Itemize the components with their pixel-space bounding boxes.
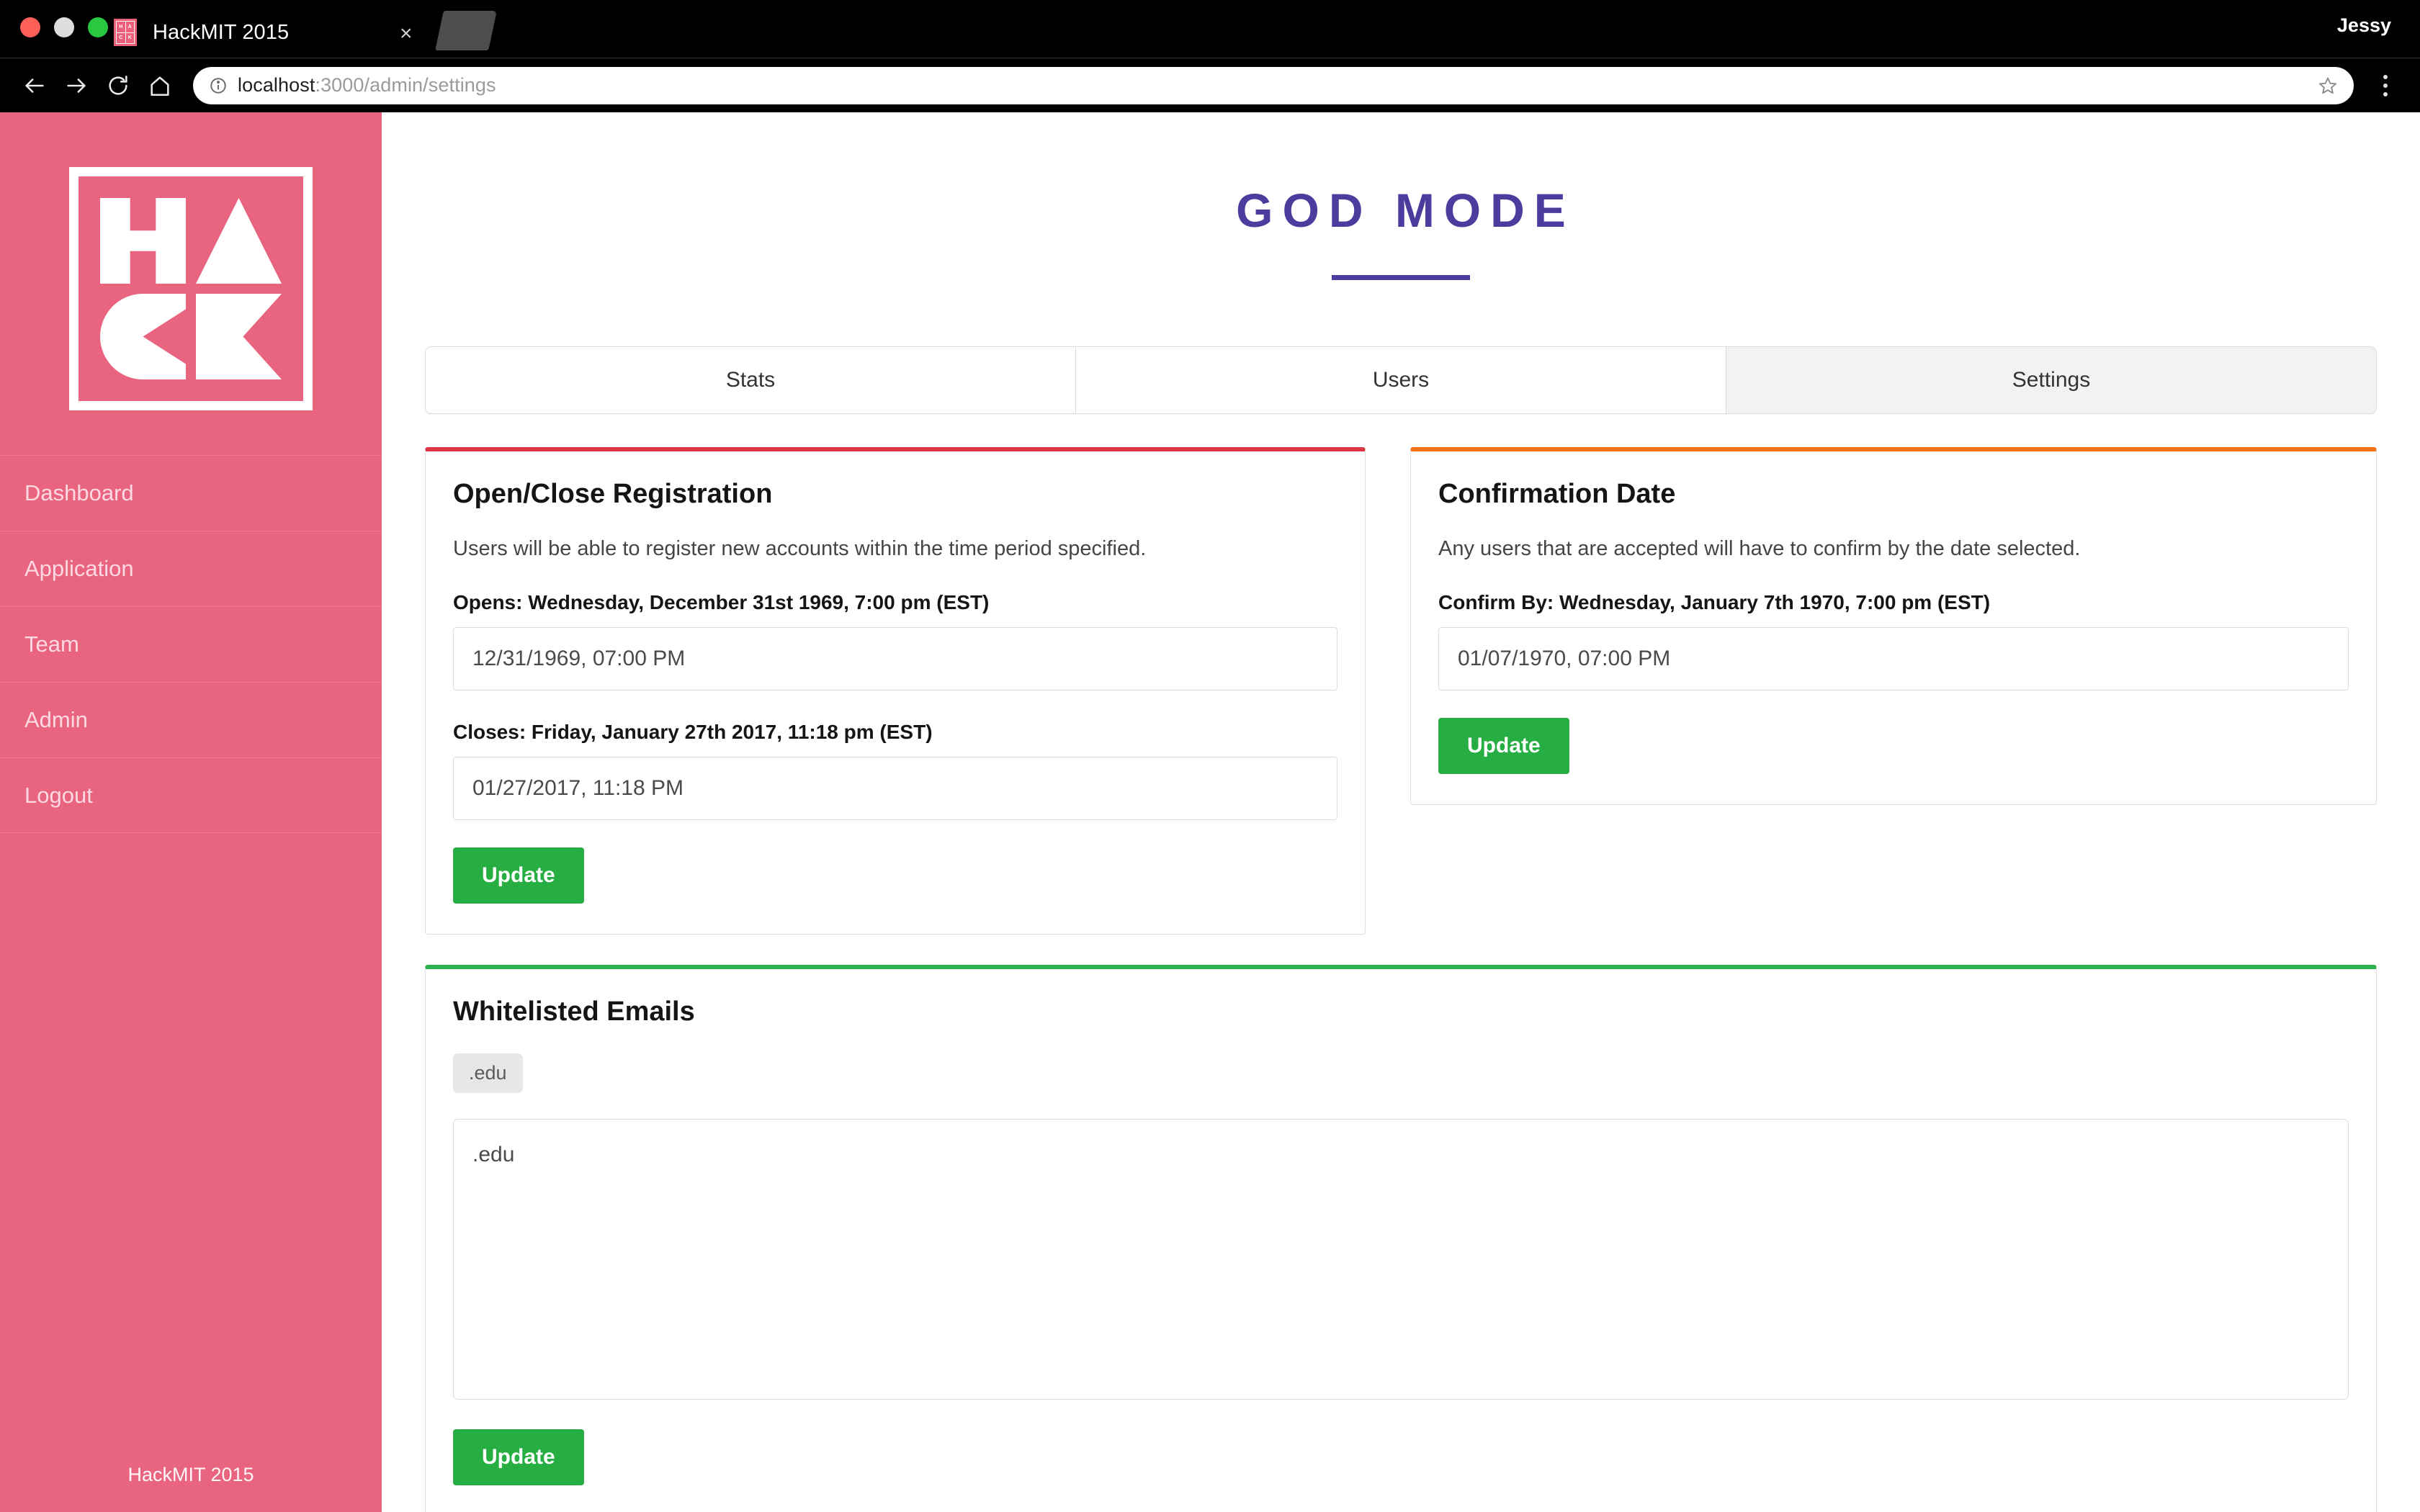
logo-glyph-a	[196, 198, 282, 284]
browser-tabstrip: H A C K HackMIT 2015 × Jessy	[0, 0, 2420, 58]
url-path: :3000/admin/settings	[315, 74, 496, 96]
favicon-letter: C	[117, 32, 125, 43]
sidebar-item-label: Admin	[24, 707, 88, 732]
confirm-by-label: Confirm By: Wednesday, January 7th 1970,…	[1438, 591, 1991, 613]
opens-label: Opens: Wednesday, December 31st 1969, 7:…	[453, 591, 990, 613]
sidebar-item-admin[interactable]: Admin	[0, 682, 382, 757]
maximize-window-button[interactable]	[88, 17, 108, 37]
forward-arrow-icon[interactable]	[58, 67, 95, 104]
sidebar-item-dashboard[interactable]: Dashboard	[0, 455, 382, 531]
whitelist-chip-row: .edu	[453, 1053, 2349, 1093]
logo-glyph-h	[100, 198, 186, 284]
closes-label: Closes: Friday, January 27th 2017, 11:18…	[453, 721, 933, 743]
card-description: Any users that are accepted will have to…	[1438, 537, 2081, 560]
card-title: Open/Close Registration	[453, 479, 773, 509]
sidebar: Dashboard Application Team Admin Logout …	[0, 112, 382, 1512]
main-content: GOD MODE Stats Users Settings Open/Close…	[382, 112, 2420, 1512]
address-bar[interactable]: localhost:3000/admin/settings	[193, 66, 2354, 104]
sidebar-item-team[interactable]: Team	[0, 606, 382, 682]
close-window-button[interactable]	[20, 17, 40, 37]
favicon-letter: A	[125, 22, 134, 32]
card-title: Confirmation Date	[1438, 479, 1676, 509]
tab-stats[interactable]: Stats	[426, 347, 1076, 413]
whitelist-chip[interactable]: .edu	[453, 1053, 523, 1093]
page-title: GOD MODE	[1236, 184, 1575, 237]
tab-title: HackMIT 2015	[153, 20, 290, 44]
card-description: Users will be able to register new accou…	[453, 537, 1147, 560]
favicon-icon: H A C K	[114, 19, 137, 46]
card-title: Whitelisted Emails	[453, 996, 695, 1027]
back-arrow-icon[interactable]	[16, 67, 53, 104]
tab-label: Users	[1372, 368, 1430, 392]
settings-cards-row: Open/Close Registration Users will be ab…	[425, 447, 2377, 935]
settings-tablist: Stats Users Settings	[425, 346, 2377, 414]
closes-date-input[interactable]	[453, 757, 1337, 820]
tab-close-icon[interactable]: ×	[400, 23, 413, 45]
confirmation-update-button[interactable]: Update	[1438, 718, 1569, 774]
confirm-by-date-input[interactable]	[1438, 627, 2349, 690]
profile-name[interactable]: Jessy	[2337, 14, 2391, 37]
opens-date-input[interactable]	[453, 627, 1337, 690]
favicon-letter: H	[117, 22, 125, 32]
minimize-window-button[interactable]	[54, 17, 74, 37]
whitelisted-emails-card: Whitelisted Emails .edu Update	[425, 965, 2377, 1512]
hack-logo-icon	[69, 167, 313, 410]
logo-glyph-k	[196, 294, 282, 379]
window-traffic-lights	[20, 17, 108, 37]
browser-toolbar: localhost:3000/admin/settings	[0, 58, 2420, 112]
kebab-menu-icon[interactable]	[2370, 74, 2401, 96]
tab-users[interactable]: Users	[1076, 347, 1726, 413]
browser-chrome: H A C K HackMIT 2015 × Jessy localhost:3…	[0, 0, 2420, 112]
url-text: localhost:3000/admin/settings	[238, 74, 496, 96]
sidebar-item-label: Team	[24, 631, 79, 657]
url-host: localhost	[238, 74, 315, 96]
confirmation-date-card: Confirmation Date Any users that are acc…	[1410, 447, 2377, 805]
home-icon[interactable]	[141, 67, 179, 104]
sidebar-nav: Dashboard Application Team Admin Logout	[0, 455, 382, 833]
sidebar-logo[interactable]	[0, 112, 382, 410]
whitelist-emails-textarea[interactable]	[453, 1119, 2349, 1400]
sidebar-item-label: Application	[24, 556, 134, 581]
tab-label: Stats	[725, 368, 776, 392]
sidebar-item-application[interactable]: Application	[0, 531, 382, 606]
favicon-letter: K	[125, 32, 134, 43]
sidebar-item-label: Logout	[24, 782, 93, 808]
registration-update-button[interactable]: Update	[453, 847, 584, 904]
title-divider	[1332, 275, 1470, 280]
sidebar-footer: HackMIT 2015	[127, 1464, 254, 1485]
new-tab-button[interactable]	[435, 11, 497, 50]
sidebar-item-label: Dashboard	[24, 480, 134, 505]
open-close-registration-card: Open/Close Registration Users will be ab…	[425, 447, 1366, 935]
site-info-icon[interactable]	[209, 76, 228, 95]
sidebar-item-logout[interactable]: Logout	[0, 757, 382, 833]
tab-settings[interactable]: Settings	[1726, 347, 2376, 413]
logo-glyph-c	[100, 294, 186, 379]
star-icon[interactable]	[2318, 76, 2338, 99]
whitelist-update-button[interactable]: Update	[453, 1429, 584, 1485]
tab-label: Settings	[2012, 368, 2091, 392]
browser-tab[interactable]: H A C K HackMIT 2015	[114, 7, 416, 58]
app-root: Dashboard Application Team Admin Logout …	[0, 112, 2420, 1512]
reload-icon[interactable]	[99, 67, 137, 104]
